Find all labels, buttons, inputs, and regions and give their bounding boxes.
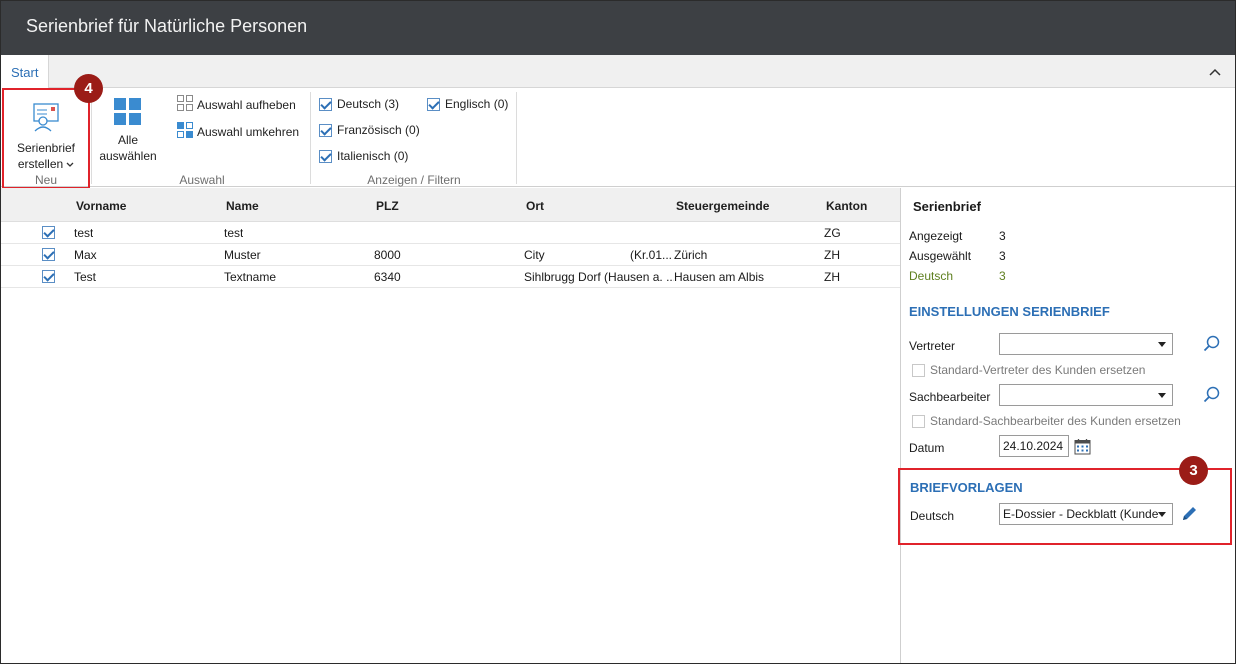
- vertreter-label: Vertreter: [909, 339, 956, 353]
- filter-italienisch-label: Italienisch (0): [337, 149, 409, 163]
- replace-sachbearbeiter-label: Standard-Sachbearbeiter des Kunden erset…: [930, 414, 1181, 428]
- ribbon-separator: [516, 92, 517, 184]
- auswahl-aufheben-button[interactable]: Auswahl aufheben: [177, 95, 296, 114]
- cell-vorname: Test: [74, 270, 97, 284]
- filter-italienisch-checkbox[interactable]: Italienisch (0): [319, 149, 408, 163]
- column-header-steuergemeinde[interactable]: Steuergemeinde: [676, 199, 769, 213]
- checkbox-checked[interactable]: [427, 97, 440, 111]
- filter-franzoesisch-checkbox[interactable]: Französisch (0): [319, 123, 420, 137]
- ribbon: Serienbrief erstellen Neu Alle auswählen: [1, 88, 1235, 187]
- checkbox-checked[interactable]: [319, 97, 332, 111]
- filter-englisch-checkbox[interactable]: Englisch (0): [427, 97, 508, 111]
- dropdown-arrow-icon: [1158, 342, 1166, 347]
- auswahl-aufheben-label: Auswahl aufheben: [197, 97, 296, 112]
- cell-name: Muster: [224, 248, 261, 262]
- auswahl-umkehren-label: Auswahl umkehren: [197, 124, 300, 139]
- cell-vorname: Max: [74, 248, 97, 262]
- grid-header: Vorname Name PLZ Ort Steuergemeinde Kant…: [1, 188, 900, 222]
- stat-deutsch-value: 3: [999, 269, 1006, 283]
- stat-angezeigt-value: 3: [999, 229, 1006, 243]
- replace-sachbearbeiter-checkbox[interactable]: Standard-Sachbearbeiter des Kunden erset…: [912, 414, 1181, 428]
- column-header-kanton[interactable]: Kanton: [826, 199, 867, 213]
- checkbox-unchecked[interactable]: [912, 414, 925, 428]
- grid-invert-icon: [177, 122, 193, 141]
- section-einstellungen: EINSTELLUNGEN SERIENBRIEF: [909, 304, 1110, 319]
- grid-empty-icon: [177, 95, 193, 114]
- alle-auswaehlen-label-2: auswählen: [99, 149, 157, 163]
- column-header-plz[interactable]: PLZ: [376, 199, 399, 213]
- auswahl-umkehren-button[interactable]: Auswahl umkehren: [177, 122, 299, 141]
- filter-deutsch-label: Deutsch (3): [337, 97, 400, 111]
- replace-vertreter-label: Standard-Vertreter des Kunden ersetzen: [930, 363, 1146, 377]
- group-label-filter: Anzeigen / Filtern: [367, 173, 461, 187]
- row-checkbox[interactable]: [42, 226, 55, 239]
- table-row[interactable]: Max Muster 8000 City (Kr.01... Zürich ZH: [1, 244, 900, 266]
- step-badge-3: 3: [1179, 456, 1208, 485]
- cell-vorname: test: [74, 226, 94, 240]
- cell-plz: 8000: [374, 248, 401, 262]
- cell-steuergemeinde: Zürich: [674, 248, 708, 262]
- filter-deutsch-checkbox[interactable]: Deutsch (3): [319, 97, 399, 111]
- dropdown-arrow-icon: [1158, 393, 1166, 398]
- ribbon-tab-strip: Start: [1, 55, 1235, 89]
- panel-title: Serienbrief: [913, 199, 981, 214]
- cell-steuergemeinde: Hausen am Albis: [674, 270, 765, 284]
- tab-start[interactable]: Start: [1, 55, 49, 89]
- chevron-up-icon[interactable]: [1209, 63, 1221, 79]
- title-bar: Serienbrief für Natürliche Personen: [1, 1, 1235, 55]
- datum-input[interactable]: 24.10.2024: [999, 435, 1069, 457]
- person-grid: Vorname Name PLZ Ort Steuergemeinde Kant…: [1, 188, 900, 663]
- step-badge-4: 4: [74, 74, 103, 103]
- replace-vertreter-checkbox[interactable]: Standard-Vertreter des Kunden ersetzen: [912, 363, 1145, 377]
- alle-auswaehlen-label-1: Alle: [117, 133, 138, 147]
- column-header-name[interactable]: Name: [226, 199, 259, 213]
- table-row[interactable]: Test Textname 6340 Sihlbrugg Dorf (Hause…: [1, 266, 900, 288]
- search-icon[interactable]: [1203, 335, 1221, 356]
- checkbox-checked[interactable]: [319, 149, 332, 163]
- row-checkbox[interactable]: [42, 270, 55, 283]
- highlight-serienbrief-erstellen: [2, 88, 90, 189]
- checkbox-checked[interactable]: [319, 123, 332, 137]
- row-checkbox[interactable]: [42, 248, 55, 261]
- window-title: Serienbrief für Natürliche Personen: [26, 16, 308, 36]
- cell-name: Textname: [224, 270, 277, 284]
- cell-kanton: ZH: [824, 270, 840, 284]
- sachbearbeiter-label: Sachbearbeiter: [909, 390, 991, 404]
- group-label-auswahl: Auswahl: [179, 173, 225, 187]
- column-header-vorname[interactable]: Vorname: [76, 199, 126, 213]
- table-row[interactable]: test test ZG: [1, 222, 900, 244]
- filter-englisch-label: Englisch (0): [445, 97, 509, 111]
- serienbrief-panel: Serienbrief Angezeigt 3 Ausgewählt 3 Deu…: [901, 188, 1235, 663]
- vertreter-combobox[interactable]: [999, 333, 1173, 355]
- cell-ort: City: [524, 248, 545, 262]
- cell-kanton: ZG: [824, 226, 841, 240]
- cell-kanton: ZH: [824, 248, 840, 262]
- ribbon-separator: [91, 92, 92, 184]
- stat-angezeigt-label: Angezeigt: [909, 229, 963, 243]
- sachbearbeiter-combobox[interactable]: [999, 384, 1173, 406]
- cell-ort-extra: (Kr.01...: [630, 248, 673, 262]
- grid-select-all-icon: [97, 96, 159, 128]
- stat-ausgewaehlt-label: Ausgewählt: [909, 249, 972, 263]
- ribbon-separator: [310, 92, 311, 184]
- stat-deutsch-label: Deutsch: [909, 269, 954, 283]
- datum-value: 24.10.2024: [1003, 439, 1064, 453]
- cell-plz: 6340: [374, 270, 401, 284]
- cell-name: test: [224, 226, 244, 240]
- checkbox-unchecked[interactable]: [912, 363, 925, 377]
- alle-auswaehlen-button[interactable]: Alle auswählen: [97, 96, 159, 164]
- filter-franzoesisch-label: Französisch (0): [337, 123, 420, 137]
- cell-ort: Sihlbrugg Dorf (Hausen a. ...: [524, 270, 674, 284]
- column-header-ort[interactable]: Ort: [526, 199, 544, 213]
- search-icon[interactable]: [1203, 386, 1221, 407]
- calendar-icon[interactable]: [1074, 438, 1091, 458]
- stat-ausgewaehlt-value: 3: [999, 249, 1006, 263]
- datum-label: Datum: [909, 441, 945, 455]
